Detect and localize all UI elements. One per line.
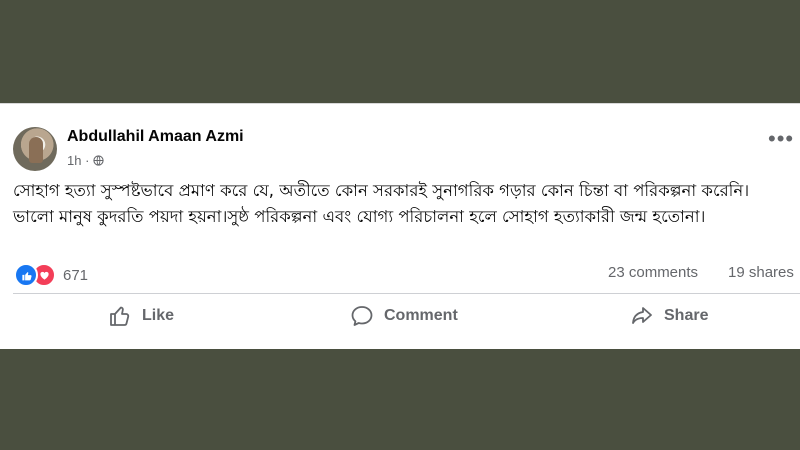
more-options-button[interactable]: ••• (768, 128, 794, 150)
comments-count[interactable]: 23 comments (608, 264, 698, 281)
post-text: সোহাগ হত্যা সুস্পষ্টভাবে প্রমাণ করে যে, … (13, 181, 750, 226)
like-label: Like (142, 307, 175, 324)
globe-icon (93, 155, 105, 166)
post-time[interactable]: 1h · (67, 153, 89, 168)
actions-divider (13, 293, 800, 294)
reactions-summary[interactable]: 671 (14, 263, 88, 287)
like-button[interactable]: Like (108, 304, 174, 328)
post-meta: 1h · (67, 153, 105, 168)
share-arrow-icon (632, 307, 652, 324)
share-button[interactable]: Share (630, 304, 708, 328)
comment-label: Comment (384, 307, 458, 324)
thumbs-up-outline-icon (110, 306, 130, 326)
author-avatar[interactable] (13, 127, 57, 171)
author-name[interactable]: Abdullahil Amaan Azmi (67, 128, 244, 146)
avatar-figure (29, 137, 43, 163)
post-card: Abdullahil Amaan Azmi 1h · ••• সোহাগ হত্… (0, 103, 800, 349)
comment-button[interactable]: Comment (350, 304, 458, 328)
thumbs-up-icon (14, 263, 38, 287)
reaction-count: 671 (63, 266, 89, 284)
share-label: Share (664, 307, 709, 324)
speech-bubble-icon (351, 306, 373, 326)
shares-count[interactable]: 19 shares (728, 264, 794, 281)
